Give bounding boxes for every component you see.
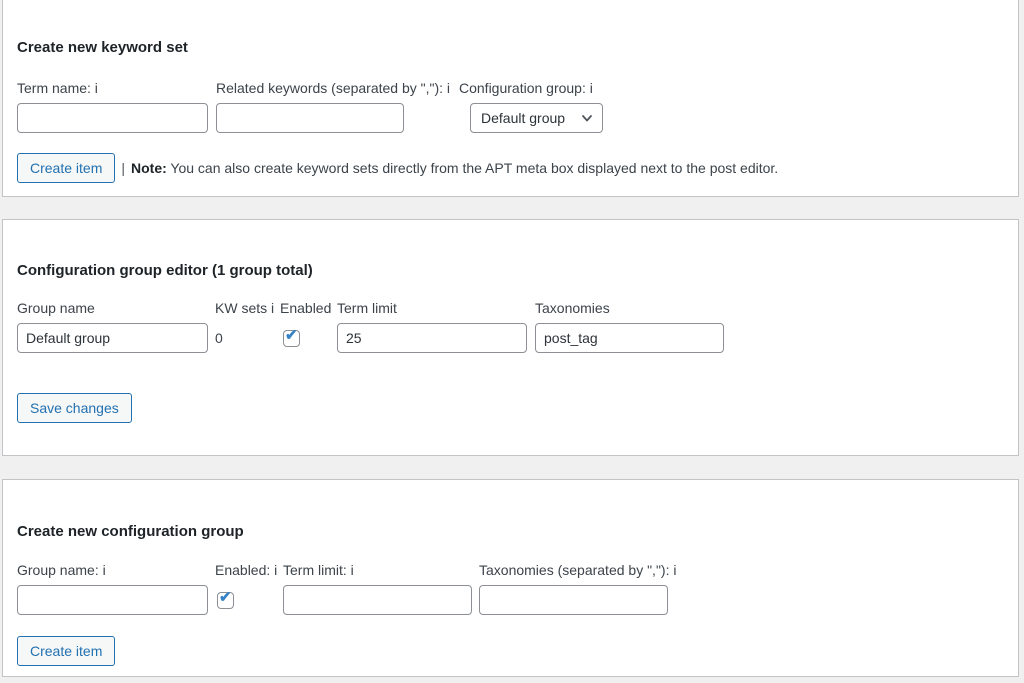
- new-group-name-field: Group name: i: [17, 563, 208, 615]
- configuration-group-label: Configuration group: i: [459, 81, 603, 96]
- enabled-checkbox[interactable]: ✔: [283, 330, 300, 347]
- enabled-column: Enabled ✔: [280, 301, 331, 353]
- keyword-set-note: Note: You can also create keyword sets d…: [131, 160, 778, 176]
- note-text: You can also create keyword sets directl…: [170, 160, 778, 176]
- chevron-down-icon: [581, 112, 593, 124]
- enabled-header: Enabled: [280, 301, 331, 316]
- kw-sets-header: KW sets i: [215, 301, 274, 316]
- group-editor-actions: Save changes: [17, 393, 132, 423]
- new-group-term-limit-label: Term limit: i: [283, 563, 472, 578]
- panel-create-keyword-set: Create new keyword set Term name: i Rela…: [2, 0, 1019, 197]
- configuration-group-field: Configuration group: i Default group: [459, 81, 603, 133]
- taxonomies-input[interactable]: [535, 323, 724, 353]
- related-keywords-field: Related keywords (separated by ","): i: [216, 81, 450, 133]
- note-separator: |: [121, 160, 125, 176]
- new-group-taxonomies-field: Taxonomies (separated by ","): i: [479, 563, 676, 615]
- term-limit-input[interactable]: [337, 323, 527, 353]
- term-name-label: Term name: i: [17, 81, 208, 96]
- group-name-column: Group name: [17, 301, 208, 353]
- checkmark-icon: ✔: [285, 327, 298, 344]
- kw-sets-count: 0: [215, 323, 274, 353]
- group-name-header: Group name: [17, 301, 208, 316]
- new-group-taxonomies-label: Taxonomies (separated by ","): i: [479, 563, 676, 578]
- new-group-name-input[interactable]: [17, 585, 208, 615]
- configuration-group-select[interactable]: Default group: [470, 103, 603, 133]
- create-keyword-set-button[interactable]: Create item: [17, 153, 115, 183]
- create-group-button[interactable]: Create item: [17, 636, 115, 666]
- apt-settings-page: Create new keyword set Term name: i Rela…: [0, 0, 1024, 683]
- panel-title-create-group: Create new configuration group: [17, 524, 244, 539]
- configuration-group-selected-value: Default group: [481, 110, 565, 126]
- taxonomies-header: Taxonomies: [535, 301, 724, 316]
- new-group-term-limit-field: Term limit: i: [283, 563, 472, 615]
- term-limit-column: Term limit: [337, 301, 527, 353]
- new-group-enabled-checkbox[interactable]: ✔: [217, 592, 234, 609]
- panel-title-create-keyword-set: Create new keyword set: [17, 40, 188, 55]
- term-name-input[interactable]: [17, 103, 208, 133]
- panel-title-group-editor: Configuration group editor (1 group tota…: [17, 263, 313, 278]
- keyword-set-actions: Create item | Note: You can also create …: [17, 153, 778, 183]
- term-name-field: Term name: i: [17, 81, 208, 133]
- save-changes-button[interactable]: Save changes: [17, 393, 132, 423]
- panel-configuration-group-editor: Configuration group editor (1 group tota…: [2, 219, 1019, 456]
- create-group-actions: Create item: [17, 636, 115, 666]
- related-keywords-label: Related keywords (separated by ","): i: [216, 81, 450, 96]
- new-group-name-label: Group name: i: [17, 563, 208, 578]
- new-group-term-limit-input[interactable]: [283, 585, 472, 615]
- taxonomies-column: Taxonomies: [535, 301, 724, 353]
- kw-sets-column: KW sets i 0: [215, 301, 274, 353]
- new-group-enabled-field: Enabled: i ✔: [215, 563, 277, 615]
- new-group-taxonomies-input[interactable]: [479, 585, 668, 615]
- term-limit-header: Term limit: [337, 301, 527, 316]
- new-group-enabled-label: Enabled: i: [215, 563, 277, 578]
- related-keywords-input[interactable]: [216, 103, 404, 133]
- group-name-input[interactable]: [17, 323, 208, 353]
- note-label: Note:: [131, 160, 167, 176]
- checkmark-icon: ✔: [219, 589, 232, 606]
- panel-create-configuration-group: Create new configuration group Group nam…: [2, 479, 1019, 677]
